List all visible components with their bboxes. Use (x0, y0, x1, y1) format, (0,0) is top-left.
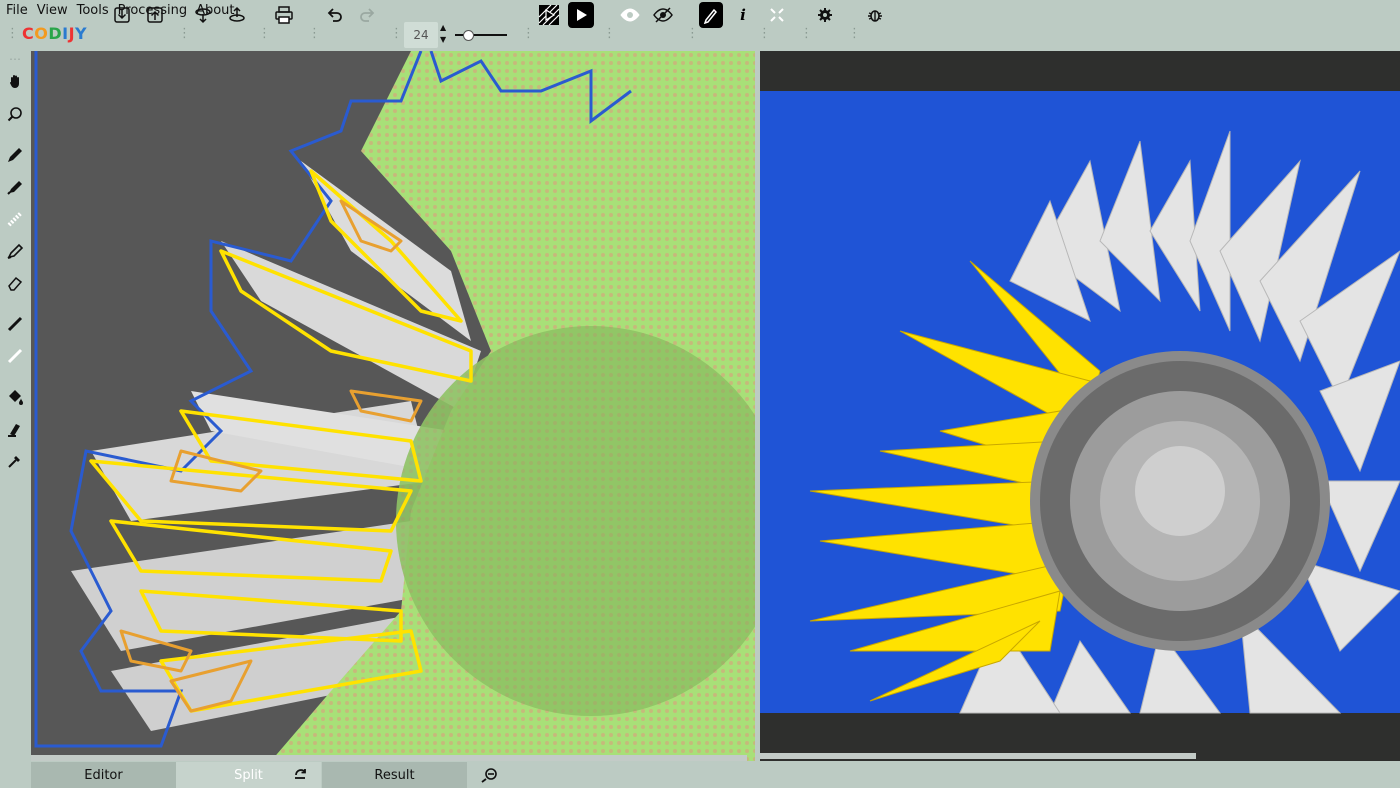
fit-icon (770, 8, 784, 22)
stamp-icon (8, 424, 20, 437)
menu-tools[interactable]: Tools (77, 3, 109, 18)
menu-file[interactable]: File (6, 3, 28, 18)
colorized-photo (760, 51, 1400, 761)
save-markers-icon (229, 6, 245, 22)
toolbar-grip[interactable] (848, 26, 861, 44)
eyedropper-icon (8, 456, 20, 468)
redo-button[interactable] (357, 2, 379, 28)
toolbar-grip[interactable] (390, 26, 403, 44)
brush-size-spinner[interactable]: ▲ ▼ (440, 22, 450, 48)
result-canvas[interactable] (760, 51, 1400, 761)
toolbar-grip[interactable] (686, 26, 699, 44)
marker-icon (7, 181, 22, 195)
dotted-brush-icon (7, 211, 23, 227)
hide-markers-icon (653, 7, 673, 23)
print-icon (275, 6, 293, 24)
bug-icon (868, 10, 882, 22)
marker-tool[interactable] (4, 176, 26, 198)
hide-markers-button[interactable] (651, 2, 675, 28)
info-button[interactable]: i (733, 2, 753, 28)
pencil-icon (8, 148, 22, 162)
line-tool[interactable] (4, 345, 26, 367)
pencil-tool[interactable] (4, 144, 26, 166)
pen-mode-button[interactable] (699, 2, 723, 28)
editor-horizontal-scrollbar[interactable] (31, 755, 747, 761)
settings-icon (818, 8, 832, 22)
connect-tool[interactable] (4, 313, 26, 335)
editor-canvas[interactable] (31, 51, 755, 761)
result-horizontal-scrollbar[interactable] (760, 753, 1196, 759)
toolbar-grip[interactable] (6, 26, 19, 44)
fill-icon (9, 390, 23, 405)
run-colorize-button[interactable] (568, 2, 594, 28)
refresh-icon (295, 769, 306, 779)
result-refresh-button[interactable] (477, 762, 501, 788)
view-tabs: Editor Split Result (31, 762, 755, 788)
eraser-tool[interactable] (4, 272, 26, 294)
undo-button[interactable] (323, 2, 345, 28)
slider-handle[interactable] (463, 30, 474, 41)
toolbar-grip[interactable] (800, 26, 813, 44)
import-button[interactable] (111, 2, 133, 28)
load-markers-icon (195, 8, 211, 24)
import-icon (114, 7, 130, 23)
brush-icon (7, 243, 24, 259)
toolbar-grip[interactable] (308, 26, 321, 44)
menu-view[interactable]: View (37, 3, 68, 18)
compare-icon (481, 768, 497, 783)
redo-icon (360, 8, 375, 22)
fill-tool[interactable] (4, 386, 26, 408)
marked-photo (31, 51, 755, 761)
preview-icon (538, 4, 560, 26)
info-icon: i (740, 6, 746, 24)
app-logo: CODIJY (22, 24, 88, 43)
split-refresh-button[interactable] (289, 762, 313, 788)
toolbar-grip[interactable] (603, 26, 616, 44)
preview-button[interactable] (536, 2, 562, 28)
save-markers-button[interactable] (226, 2, 248, 28)
toolbar-grip[interactable] (258, 26, 271, 44)
show-markers-button[interactable] (618, 2, 642, 28)
connect-icon (7, 316, 23, 332)
undo-icon (327, 8, 342, 22)
run-colorize-icon (577, 9, 587, 21)
line-icon (7, 348, 23, 364)
pan-tool[interactable] (4, 70, 26, 92)
brush-size-input[interactable]: 24 (404, 22, 438, 48)
show-markers-icon (620, 8, 640, 22)
pan-icon (10, 75, 19, 89)
zoom-tool[interactable] (4, 103, 26, 125)
print-button[interactable] (273, 2, 295, 28)
brush-tool[interactable] (4, 240, 26, 262)
load-markers-button[interactable] (192, 2, 214, 28)
zoom-icon (7, 107, 22, 122)
tab-result[interactable]: Result (322, 762, 467, 788)
eraser-icon (8, 276, 23, 291)
toolbar-grip[interactable] (522, 26, 535, 44)
tool-sidebar: ⋯ (0, 50, 30, 788)
export-button[interactable] (144, 2, 166, 28)
fit-button[interactable] (767, 2, 787, 28)
eyedropper-tool[interactable] (4, 450, 26, 472)
sidebar-grip[interactable]: ⋯ (4, 52, 26, 66)
export-icon (147, 7, 163, 23)
pen-mode-icon (703, 8, 718, 24)
bug-report-button[interactable] (864, 2, 886, 28)
stamp-tool[interactable] (4, 418, 26, 440)
dotted-brush-tool[interactable] (4, 208, 26, 230)
settings-button[interactable] (814, 2, 836, 28)
toolbar-grip[interactable] (178, 26, 191, 44)
tab-editor[interactable]: Editor (31, 762, 176, 788)
toolbar-grip[interactable] (758, 26, 771, 44)
